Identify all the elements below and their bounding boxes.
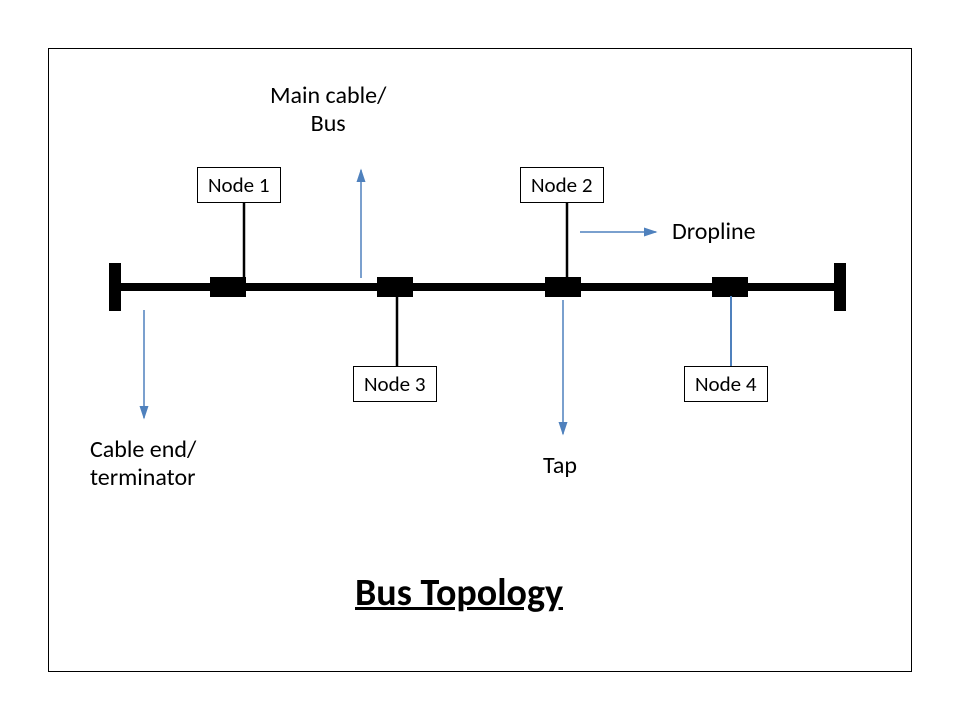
label-dropline: Dropline: [672, 218, 756, 246]
node-4-box: Node 4: [684, 366, 768, 402]
terminator-left: [109, 263, 121, 311]
tap-2: [377, 277, 413, 297]
label-tap: Tap: [543, 452, 577, 480]
diagram-title: Bus Topology: [355, 570, 563, 616]
tap-4: [712, 277, 748, 297]
label-cable-end: Cable end/ terminator: [90, 436, 196, 491]
label-cable-end-line1: Cable end/: [90, 435, 196, 464]
label-main-cable: Main cable/ Bus: [270, 82, 386, 137]
terminator-right: [834, 263, 846, 311]
tap-3: [545, 277, 581, 297]
tap-1: [210, 277, 246, 297]
node-3-box: Node 3: [353, 366, 437, 402]
label-main-cable-line2: Bus: [270, 110, 386, 138]
label-cable-end-line2: terminator: [90, 463, 195, 492]
node-2-box: Node 2: [520, 167, 604, 203]
node-1-box: Node 1: [197, 167, 281, 203]
label-main-cable-line1: Main cable/: [270, 81, 386, 110]
